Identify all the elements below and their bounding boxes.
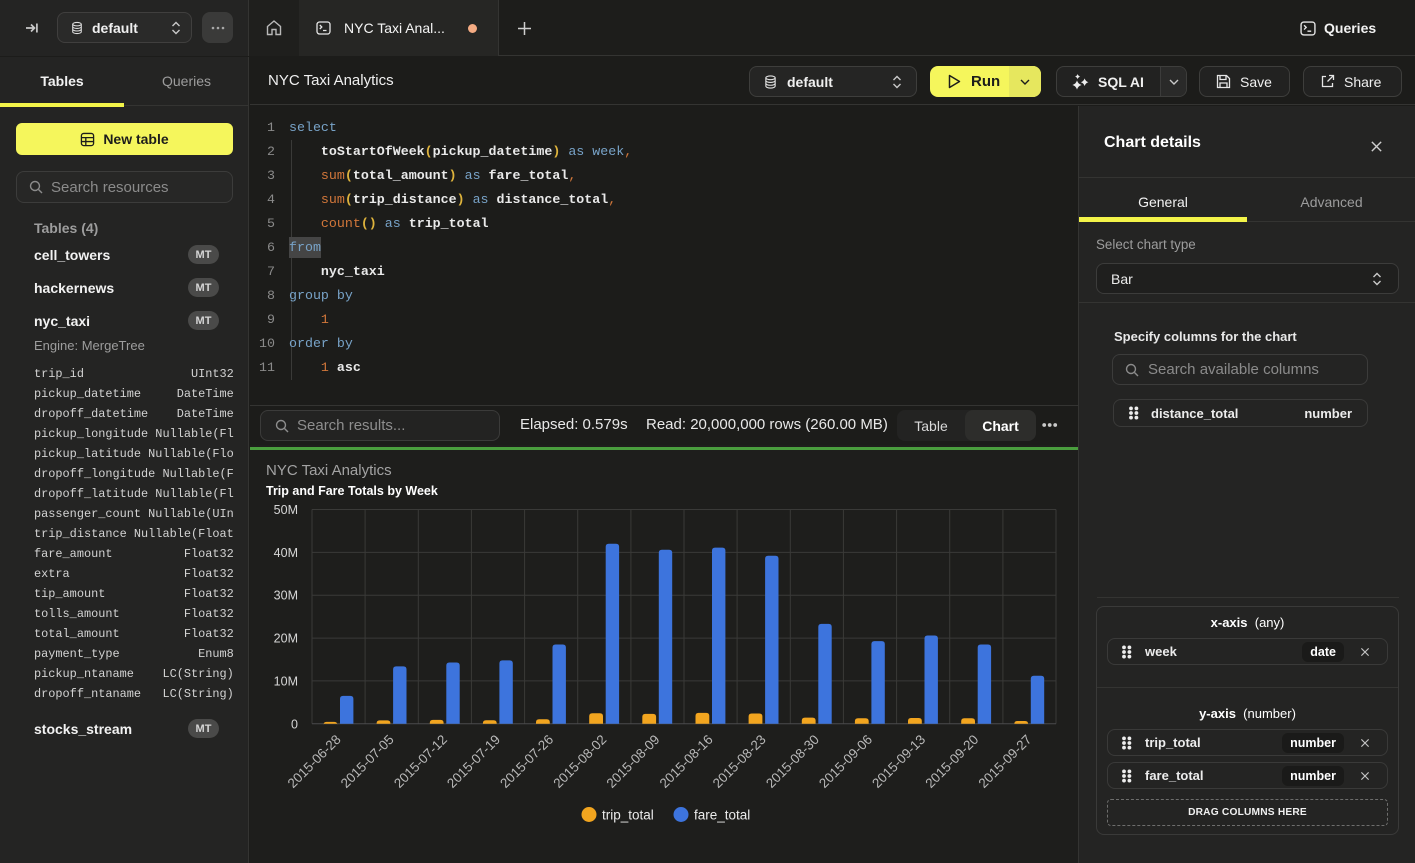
svg-text:2015-07-19: 2015-07-19 [444,732,503,791]
svg-text:2015-09-27: 2015-09-27 [975,732,1034,791]
svg-text:2015-06-28: 2015-06-28 [285,732,344,791]
svg-text:10M: 10M [274,674,298,688]
svg-text:20M: 20M [274,632,298,646]
svg-text:fare_total: fare_total [694,807,750,822]
svg-text:2015-07-05: 2015-07-05 [338,732,397,791]
svg-text:0: 0 [291,717,298,731]
svg-text:trip_total: trip_total [602,807,654,822]
svg-text:2015-09-06: 2015-09-06 [816,732,875,791]
svg-text:2015-08-30: 2015-08-30 [763,732,822,791]
svg-text:2015-08-16: 2015-08-16 [657,732,716,791]
svg-text:2015-09-13: 2015-09-13 [869,732,928,791]
svg-text:2015-07-26: 2015-07-26 [497,732,556,791]
svg-text:2015-08-09: 2015-08-09 [603,732,662,791]
svg-text:30M: 30M [274,589,298,603]
svg-text:2015-08-23: 2015-08-23 [710,732,769,791]
svg-text:2015-08-02: 2015-08-02 [550,732,609,791]
svg-text:2015-09-20: 2015-09-20 [922,732,981,791]
svg-text:40M: 40M [274,546,298,560]
svg-text:2015-07-12: 2015-07-12 [391,732,450,791]
svg-text:50M: 50M [274,503,298,517]
